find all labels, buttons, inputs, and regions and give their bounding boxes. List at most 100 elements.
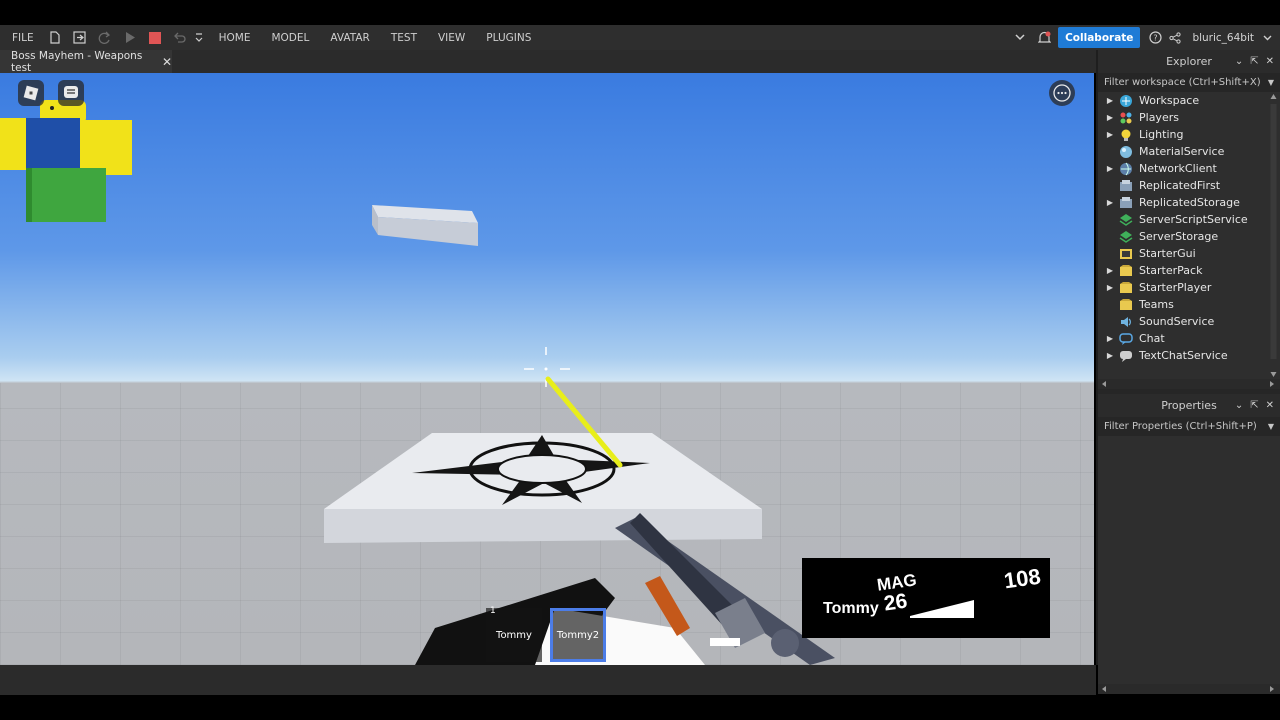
menu-view[interactable]: VIEW [438,32,465,44]
explorer-header: Explorer ⌄ ⇱ ✕ [1098,50,1280,73]
first-person-gun [415,513,835,665]
properties-list [1098,436,1280,684]
explorer-item-network-client[interactable]: ▶ NetworkClient [1098,160,1280,177]
explorer-item-label: Workspace [1139,94,1200,107]
weapon-name: Tommy [823,600,879,617]
lighting-icon [1119,128,1133,142]
sound-service-icon [1119,315,1133,329]
explorer-dropdown-icon[interactable]: ⌄ [1235,56,1243,67]
explorer-popout-icon[interactable]: ⇱ [1250,56,1258,67]
properties-horizontal-scrollbar[interactable] [1098,684,1280,694]
document-tab-bar: Boss Mayhem - Weapons test ✕ [0,49,1096,74]
explorer-item-players[interactable]: ▶ Players [1098,109,1280,126]
help-icon[interactable]: ? [1148,31,1162,45]
explorer-item-text-chat-service[interactable]: ▶ TextChatService [1098,347,1280,364]
hotbar-slot-2[interactable]: Tommy2 [550,608,606,662]
publish-icon[interactable] [73,31,87,45]
roblox-menu-button[interactable] [18,80,44,106]
properties-dropdown-icon[interactable]: ⌄ [1235,400,1243,411]
network-client-icon [1119,162,1133,176]
explorer-item-lighting[interactable]: ▶ Lighting [1098,126,1280,143]
redo-icon[interactable] [98,31,112,45]
play-icon[interactable] [123,31,137,45]
explorer-item-replicated-storage[interactable]: ▶ ReplicatedStorage [1098,194,1280,211]
close-tab-icon[interactable]: ✕ [162,55,172,69]
chat-bubble-icon [64,86,78,98]
explorer-item-starter-pack[interactable]: ▶ StarterPack [1098,262,1280,279]
explorer-item-starter-player[interactable]: ▶ StarterPlayer [1098,279,1280,296]
notification-bell-icon[interactable] [1037,31,1051,45]
share-icon[interactable] [1168,31,1182,45]
expand-arrow-icon[interactable]: ▶ [1101,164,1119,173]
expand-arrow-icon[interactable]: ▶ [1101,283,1119,292]
explorer-item-label: Chat [1139,332,1165,345]
explorer-item-label: SoundService [1139,315,1215,328]
properties-popout-icon[interactable]: ⇱ [1250,400,1258,411]
text-chat-service-icon [1119,349,1133,363]
explorer-item-chat[interactable]: ▶ Chat [1098,330,1280,347]
starter-player-icon [1119,281,1133,295]
server-storage-icon [1119,230,1133,244]
explorer-item-label: StarterPack [1139,264,1203,277]
workspace-icon [1119,94,1133,108]
server-script-service-icon [1119,213,1133,227]
collaborate-button[interactable]: Collaborate [1058,27,1141,48]
expand-arrow-icon[interactable]: ▶ [1101,96,1119,105]
explorer-vertical-scrollbar[interactable] [1270,92,1277,379]
document-tab-title: Boss Mayhem - Weapons test [11,49,143,74]
replicated-first-icon [1119,179,1133,193]
chevron-down-icon[interactable] [1013,31,1027,45]
game-viewport[interactable]: MAG 108 Tommy 26 1 Tommy Tommy2 [0,73,1094,665]
explorer-tree: ▶ Workspace ▶ Players ▶ Lighting MaterialServi… [1098,92,1280,379]
expand-arrow-icon[interactable]: ▶ [1101,351,1119,360]
svg-text:?: ? [1153,34,1157,43]
explorer-item-label: Players [1139,111,1179,124]
menu-plugins[interactable]: PLUGINS [486,32,531,44]
ammo-bar [910,600,974,618]
menu-avatar[interactable]: AVATAR [330,32,369,44]
explorer-item-sound-service[interactable]: SoundService [1098,313,1280,330]
floating-block [372,205,478,246]
explorer-item-workspace[interactable]: ▶ Workspace [1098,92,1280,109]
expand-arrow-icon[interactable]: ▶ [1101,130,1119,139]
explorer-item-server-storage[interactable]: ServerStorage [1098,228,1280,245]
hotbar: 1 Tommy Tommy2 [486,600,606,662]
expand-arrow-icon[interactable]: ▶ [1101,198,1119,207]
explorer-item-material-service[interactable]: MaterialService [1098,143,1280,160]
properties-filter-input[interactable]: Filter Properties (Ctrl+Shift+P) ▼ [1098,417,1280,436]
starter-pack-icon [1119,264,1133,278]
explorer-item-starter-gui[interactable]: StarterGui [1098,245,1280,262]
explorer-close-icon[interactable]: ✕ [1266,56,1274,67]
chat-toggle-button[interactable] [58,80,84,106]
more-options-button[interactable] [1049,80,1075,106]
expand-arrow-icon[interactable]: ▶ [1101,113,1119,122]
properties-filter-dropdown-icon[interactable]: ▼ [1268,422,1274,431]
slot-label: Tommy [496,629,532,641]
menu-home[interactable]: HOME [219,32,251,44]
explorer-item-label: ServerScriptService [1139,213,1248,226]
new-file-icon[interactable] [48,31,62,45]
ellipsis-icon [1053,84,1071,102]
undo-icon[interactable] [173,31,187,45]
menu-test[interactable]: TEST [391,32,417,44]
explorer-item-server-script-service[interactable]: ServerScriptService [1098,211,1280,228]
top-letterbox [0,0,1280,25]
expand-arrow-icon[interactable]: ▶ [1101,334,1119,343]
explorer-filter-input[interactable]: Filter workspace (Ctrl+Shift+X) ▼ [1098,73,1280,92]
stop-icon[interactable] [148,31,162,45]
quick-access-dropdown-icon[interactable] [192,31,206,45]
user-chevron-down-icon[interactable] [1260,31,1274,45]
expand-arrow-icon[interactable]: ▶ [1101,266,1119,275]
explorer-item-teams[interactable]: Teams [1098,296,1280,313]
menu-model[interactable]: MODEL [271,32,309,44]
username-label[interactable]: bluric_64bit [1192,32,1254,44]
properties-close-icon[interactable]: ✕ [1266,400,1274,411]
hotbar-slot-1[interactable]: 1 Tommy [486,606,542,662]
bottom-letterbox [0,695,1280,720]
properties-filter-placeholder: Filter Properties (Ctrl+Shift+P) [1104,421,1257,432]
document-tab[interactable]: Boss Mayhem - Weapons test ✕ [0,49,172,74]
filter-dropdown-icon[interactable]: ▼ [1268,78,1274,87]
explorer-horizontal-scrollbar[interactable] [1098,379,1280,389]
explorer-item-replicated-first[interactable]: ReplicatedFirst [1098,177,1280,194]
file-menu[interactable]: FILE [12,32,34,44]
